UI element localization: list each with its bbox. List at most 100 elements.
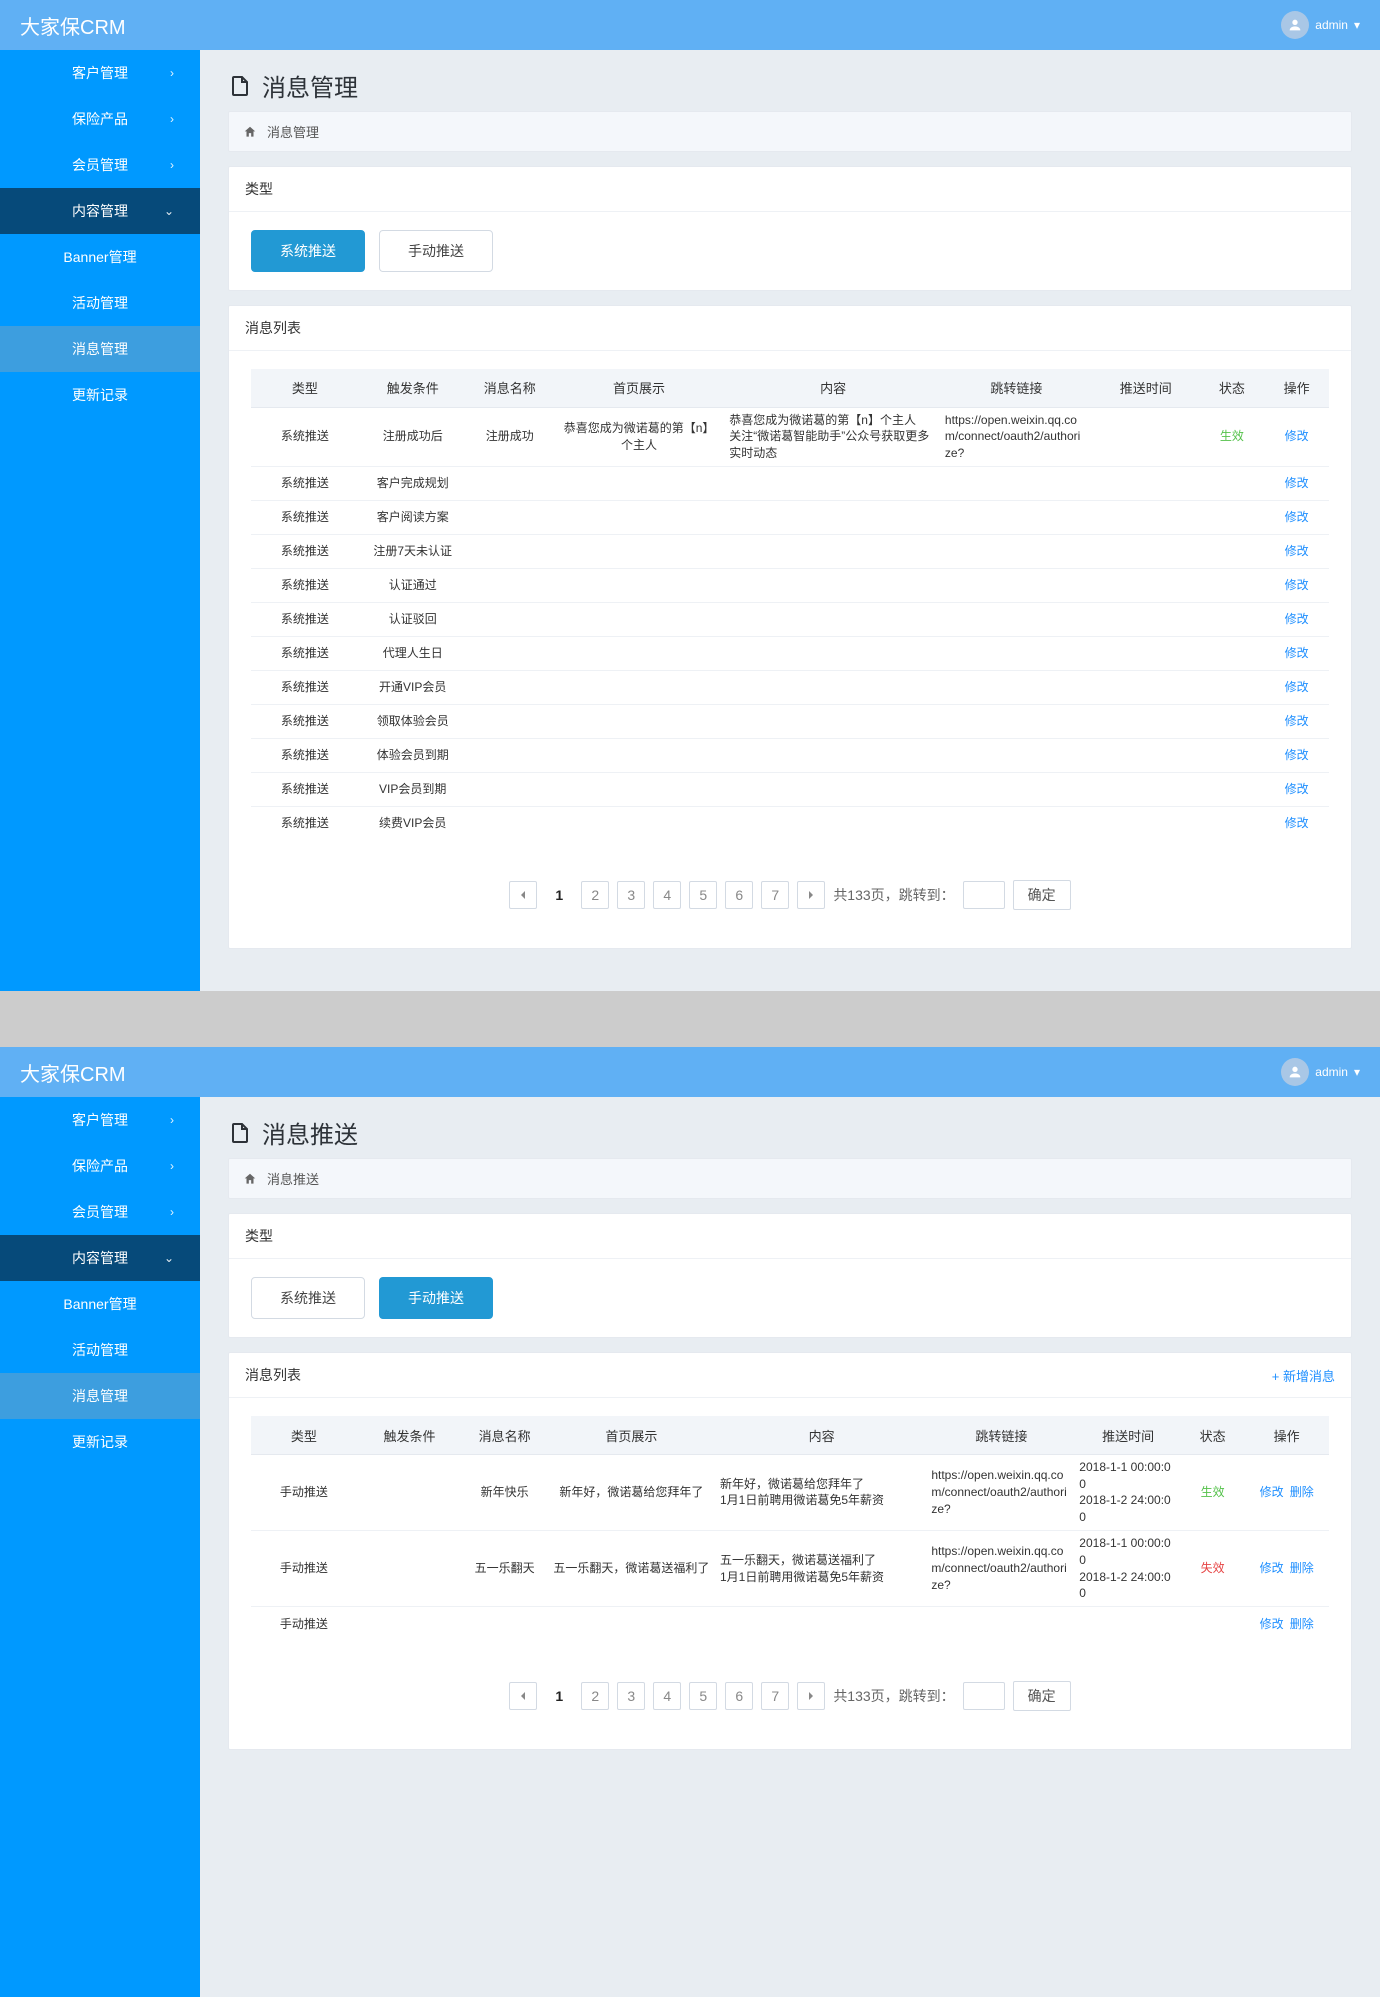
edit-link[interactable]: 修改 [1260,1485,1284,1499]
edit-link[interactable]: 修改 [1285,680,1309,694]
col-status: 状态 [1181,1416,1244,1454]
table-row: 系统推送体验会员到期修改 [251,738,1329,772]
pager-page[interactable]: 6 [725,1682,753,1710]
message-table: 类型 触发条件 消息名称 首页展示 内容 跳转链接 推送时间 状态 操作 系统推… [251,369,1329,840]
delete-link[interactable]: 删除 [1290,1617,1314,1631]
table-row: 系统推送续费VIP会员修改 [251,806,1329,840]
user-menu[interactable]: admin ▾ [1281,1058,1360,1086]
pager-page[interactable]: 2 [581,881,609,909]
pager-page[interactable]: 7 [761,881,789,909]
table-row: 系统推送注册7天未认证修改 [251,534,1329,568]
table-row: 手动推送修改删除 [251,1607,1329,1641]
col-time: 推送时间 [1092,369,1200,407]
edit-link[interactable]: 修改 [1285,578,1309,592]
col-name: 消息名称 [462,1416,547,1454]
pager-page[interactable]: 2 [581,1682,609,1710]
nav-customer[interactable]: 客户管理› [0,50,200,96]
pager-page[interactable]: 7 [761,1682,789,1710]
col-trigger: 触发条件 [359,369,467,407]
pager-prev[interactable] [509,1682,537,1710]
brand: 大家保CRM [20,1058,126,1087]
tab-system-push[interactable]: 系统推送 [251,1277,365,1319]
delete-link[interactable]: 删除 [1290,1485,1314,1499]
edit-link[interactable]: 修改 [1285,714,1309,728]
table-row: 手动推送五一乐翻天五一乐翻天，微诺葛送福利了五一乐翻天，微诺葛送福利了1月1日前… [251,1531,1329,1607]
caret-down-icon: ▾ [1354,18,1360,32]
type-panel-title: 类型 [229,1214,1351,1259]
list-panel-title: 消息列表 [245,1365,301,1385]
edit-link[interactable]: 修改 [1285,544,1309,558]
pager-prev[interactable] [509,881,537,909]
table-row: 系统推送代理人生日修改 [251,636,1329,670]
pager-page[interactable]: 3 [617,1682,645,1710]
subnav-activity[interactable]: 活动管理 [0,280,200,326]
file-icon [228,1121,252,1145]
subnav-changelog[interactable]: 更新记录 [0,372,200,418]
subnav-banner[interactable]: Banner管理 [0,234,200,280]
edit-link[interactable]: 修改 [1285,476,1309,490]
edit-link[interactable]: 修改 [1285,510,1309,524]
pager-confirm[interactable]: 确定 [1013,1681,1071,1711]
edit-link[interactable]: 修改 [1285,782,1309,796]
edit-link[interactable]: 修改 [1260,1561,1284,1575]
list-panel: 消息列表 + 新增消息 类型 触发条件 消息名称 首页展示 内容 跳转链接 [228,1352,1352,1749]
edit-link[interactable]: 修改 [1285,748,1309,762]
pager-page[interactable]: 5 [689,881,717,909]
delete-link[interactable]: 删除 [1290,1561,1314,1575]
col-home: 首页展示 [547,1416,716,1454]
topbar: 大家保CRM admin ▾ [0,1047,1380,1097]
edit-link[interactable]: 修改 [1285,646,1309,660]
nav-insurance[interactable]: 保险产品› [0,1143,200,1189]
file-icon [228,74,252,98]
pager-next[interactable] [797,1682,825,1710]
pager-confirm[interactable]: 确定 [1013,880,1071,910]
screen-divider [0,991,1380,1047]
edit-link[interactable]: 修改 [1285,429,1309,443]
pager-page[interactable]: 5 [689,1682,717,1710]
pager-page[interactable]: 4 [653,881,681,909]
nav-content[interactable]: 内容管理⌄ [0,1235,200,1281]
pager-next[interactable] [797,881,825,909]
nav-member[interactable]: 会员管理› [0,1189,200,1235]
col-type: 类型 [251,1416,357,1454]
edit-link[interactable]: 修改 [1285,612,1309,626]
pager-page[interactable]: 4 [653,1682,681,1710]
col-content: 内容 [716,1416,927,1454]
chevron-down-icon: ⌄ [164,204,174,218]
breadcrumb: 消息推送 [228,1158,1352,1199]
table-row: 系统推送领取体验会员修改 [251,704,1329,738]
subnav-message[interactable]: 消息管理 [0,1373,200,1419]
chevron-right-icon: › [170,112,174,126]
breadcrumb: 消息管理 [228,111,1352,152]
add-message-link[interactable]: + 新增消息 [1272,1366,1335,1385]
subnav-message[interactable]: 消息管理 [0,326,200,372]
tab-manual-push[interactable]: 手动推送 [379,1277,493,1319]
subnav-banner[interactable]: Banner管理 [0,1281,200,1327]
tab-system-push[interactable]: 系统推送 [251,230,365,272]
tab-manual-push[interactable]: 手动推送 [379,230,493,272]
table-row: 系统推送注册成功后注册成功恭喜您成为微诺葛的第【n】个主人恭喜您成为微诺葛的第【… [251,407,1329,466]
edit-link[interactable]: 修改 [1260,1617,1284,1631]
chevron-right-icon: › [170,1205,174,1219]
nav-customer[interactable]: 客户管理› [0,1097,200,1143]
pager-page[interactable]: 3 [617,881,645,909]
type-panel: 类型 系统推送 手动推送 [228,166,1352,291]
pager-page[interactable]: 6 [725,881,753,909]
subnav-activity[interactable]: 活动管理 [0,1327,200,1373]
nav-member[interactable]: 会员管理› [0,142,200,188]
subnav-changelog[interactable]: 更新记录 [0,1419,200,1465]
nav-content[interactable]: 内容管理⌄ [0,188,200,234]
username: admin [1315,1065,1348,1079]
chevron-right-icon: › [170,1113,174,1127]
message-table: 类型 触发条件 消息名称 首页展示 内容 跳转链接 推送时间 状态 操作 手动推… [251,1416,1329,1640]
chevron-right-icon: › [170,158,174,172]
edit-link[interactable]: 修改 [1285,816,1309,830]
pager-page: 1 [545,881,573,909]
user-menu[interactable]: admin ▾ [1281,11,1360,39]
list-panel: 消息列表 类型 触发条件 消息名称 首页展示 内容 跳转链接 推送时间 状态 [228,305,1352,949]
nav-insurance[interactable]: 保险产品› [0,96,200,142]
pager-jump-input[interactable] [963,1682,1005,1710]
col-type: 类型 [251,369,359,407]
pager-jump-input[interactable] [963,881,1005,909]
col-home: 首页展示 [553,369,725,407]
